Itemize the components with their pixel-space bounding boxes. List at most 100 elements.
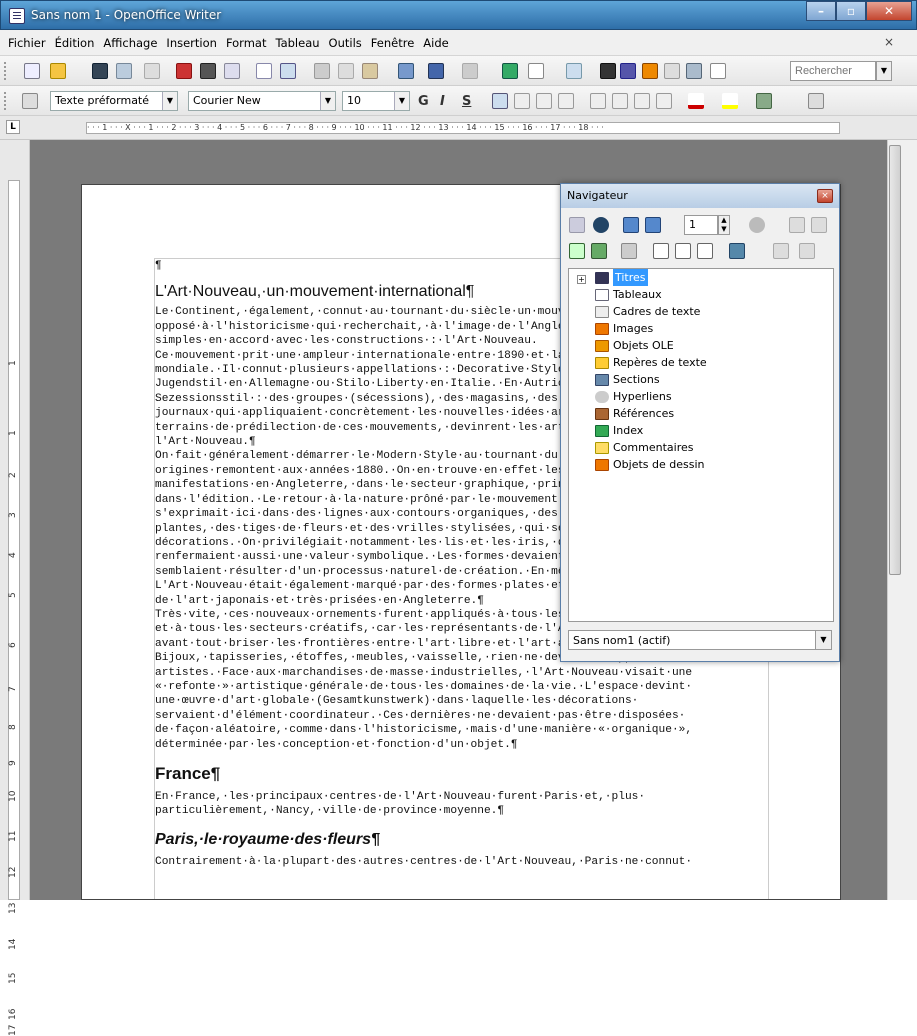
zoom-icon[interactable] <box>710 63 726 79</box>
nav-item-dessin[interactable]: Objets de dessin <box>595 456 705 473</box>
nav-item-ole[interactable]: Objets OLE <box>595 337 674 354</box>
justify-icon[interactable] <box>558 93 574 109</box>
promote-chapter-icon[interactable] <box>773 243 789 259</box>
increase-indent-icon[interactable] <box>656 93 672 109</box>
decrease-indent-icon[interactable] <box>634 93 650 109</box>
hyperlink-icon[interactable] <box>502 63 518 79</box>
nav-item-commentaires[interactable]: Commentaires <box>595 439 693 456</box>
heading-paris[interactable]: Paris,·le·royaume·des·fleurs¶ <box>155 831 770 849</box>
data-sources-icon[interactable] <box>664 63 680 79</box>
bold-button[interactable]: G <box>418 94 429 109</box>
menu-format[interactable]: Format <box>226 36 267 50</box>
promote-level-icon[interactable] <box>789 217 805 233</box>
tab-stop-selector[interactable]: L <box>6 120 20 134</box>
numbering-icon[interactable] <box>590 93 606 109</box>
toolbar-grip[interactable] <box>4 62 7 80</box>
chevron-down-icon[interactable]: ▼ <box>162 92 177 110</box>
heading-levels-icon[interactable] <box>729 243 745 259</box>
demote-chapter-icon[interactable] <box>799 243 815 259</box>
next-icon[interactable] <box>645 217 661 233</box>
close-button[interactable]: ✕ <box>866 1 912 21</box>
previous-icon[interactable] <box>623 217 639 233</box>
cut-icon[interactable] <box>314 63 330 79</box>
chevron-down-icon[interactable]: ▼ <box>320 92 335 110</box>
anchor-icon[interactable] <box>697 243 713 259</box>
menu-insertion[interactable]: Insertion <box>166 36 217 50</box>
paragraph-style-select[interactable]: Texte préformaté ▼ <box>50 91 178 111</box>
nav-item-images[interactable]: Images <box>595 320 653 337</box>
expand-icon[interactable]: + <box>577 275 586 284</box>
align-left-icon[interactable] <box>492 93 508 109</box>
draw-functions-icon[interactable] <box>566 63 582 79</box>
drag-mode-icon[interactable] <box>749 217 765 233</box>
paste-icon[interactable] <box>362 63 378 79</box>
menu-aide[interactable]: Aide <box>423 36 448 50</box>
menu-fenetre[interactable]: Fenêtre <box>371 36 414 50</box>
clone-format-icon[interactable] <box>398 63 414 79</box>
new-document-icon[interactable] <box>24 63 40 79</box>
align-center-icon[interactable] <box>514 93 530 109</box>
edit-mode-icon[interactable] <box>144 63 160 79</box>
font-name-select[interactable]: Courier New ▼ <box>188 91 336 111</box>
print-preview-icon[interactable] <box>224 63 240 79</box>
chevron-down-icon[interactable]: ▼ <box>815 631 831 649</box>
copy-icon[interactable] <box>338 63 354 79</box>
navigation-icon[interactable] <box>593 217 609 233</box>
italic-button[interactable]: I <box>440 94 445 109</box>
scrollbar-thumb[interactable] <box>889 145 901 575</box>
nav-item-titres[interactable]: Titres <box>595 269 648 286</box>
spellcheck-icon[interactable] <box>256 63 272 79</box>
nav-item-sections[interactable]: Sections <box>595 371 660 388</box>
header-icon[interactable] <box>653 243 669 259</box>
menu-tableau[interactable]: Tableau <box>275 36 319 50</box>
document-select[interactable]: Sans nom1 (actif) ▼ <box>568 630 832 650</box>
nav-item-tableaux[interactable]: Tableaux <box>595 286 662 303</box>
list-box-on-icon[interactable] <box>569 243 585 259</box>
menu-fichier[interactable]: Fichier <box>8 36 46 50</box>
redo-icon[interactable] <box>462 63 478 79</box>
search-input[interactable] <box>790 61 876 81</box>
highlight-icon[interactable] <box>722 93 738 109</box>
font-size-select[interactable]: 10 ▼ <box>342 91 410 111</box>
formatting-marks-icon[interactable] <box>686 63 702 79</box>
demote-level-icon[interactable] <box>811 217 827 233</box>
export-pdf-icon[interactable] <box>176 63 192 79</box>
navigator-tree[interactable]: + Titres Tableaux Cadres de texte Images… <box>568 268 834 622</box>
paragraph-4[interactable]: En·France,·les·principaux·centres·de·l'A… <box>155 790 770 819</box>
find-replace-icon[interactable] <box>600 63 616 79</box>
navigator-close-icon[interactable]: × <box>817 189 833 203</box>
font-color-icon[interactable] <box>688 93 704 109</box>
gallery-icon[interactable] <box>642 63 658 79</box>
minimize-button[interactable]: – <box>806 1 836 21</box>
navigator-icon[interactable] <box>620 63 636 79</box>
undo-icon[interactable] <box>428 63 444 79</box>
nav-item-cadres[interactable]: Cadres de texte <box>595 303 700 320</box>
nav-item-references[interactable]: Références <box>595 405 674 422</box>
chevron-down-icon[interactable]: ▼ <box>394 92 409 110</box>
paragraph-5[interactable]: Contrairement·à·la·plupart·des·autres·ce… <box>155 855 770 869</box>
save-icon[interactable] <box>92 63 108 79</box>
page-spin-buttons[interactable]: ▲ ▼ <box>718 215 730 235</box>
set-reminder-icon[interactable] <box>621 243 637 259</box>
content-view-icon[interactable] <box>591 243 607 259</box>
horizontal-ruler[interactable]: · · · 1 · · · X · · · 1 · · · 2 · · · 3 … <box>86 122 840 134</box>
auto-spellcheck-icon[interactable] <box>280 63 296 79</box>
background-color-icon[interactable] <box>756 93 772 109</box>
heading-france[interactable]: France¶ <box>155 764 770 784</box>
menu-outils[interactable]: Outils <box>329 36 362 50</box>
table-icon[interactable] <box>528 63 544 79</box>
styles-formatting-icon[interactable] <box>22 93 38 109</box>
navigator-title[interactable]: Navigateur <box>561 184 839 208</box>
underline-button[interactable]: S <box>462 94 471 109</box>
email-icon[interactable] <box>116 63 132 79</box>
print-icon[interactable] <box>200 63 216 79</box>
document-close-icon[interactable]: × <box>884 35 894 49</box>
footer-icon[interactable] <box>675 243 691 259</box>
character-icon[interactable] <box>808 93 824 109</box>
bullets-icon[interactable] <box>612 93 628 109</box>
maximize-button[interactable]: ▫ <box>836 1 866 21</box>
writer-app-icon[interactable] <box>9 8 25 24</box>
nav-item-hyperliens[interactable]: Hyperliens <box>595 388 672 405</box>
toggle-icon[interactable] <box>569 217 585 233</box>
nav-item-index[interactable]: Index <box>595 422 643 439</box>
